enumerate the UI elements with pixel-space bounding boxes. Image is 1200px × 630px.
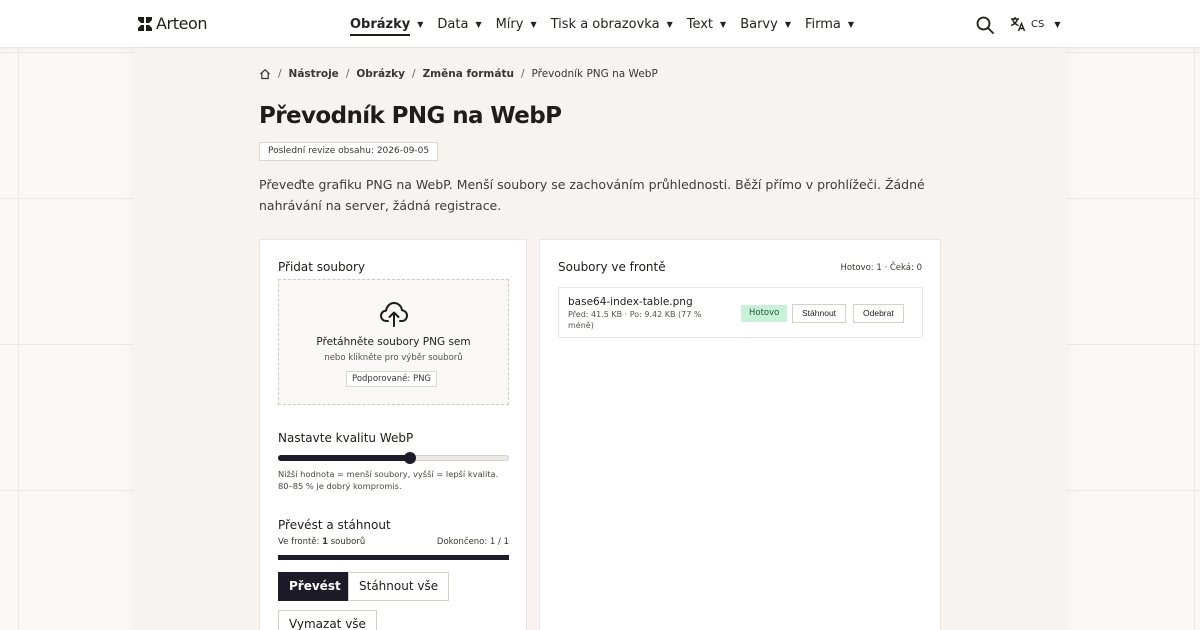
search-icon[interactable]: [975, 15, 995, 35]
quality-section-title: Nastavte kvalitu WebP: [278, 431, 414, 445]
breadcrumb-images[interactable]: Obrázky: [356, 68, 405, 80]
progress-bar: [278, 555, 509, 560]
brand-name: Arteon: [156, 14, 208, 33]
queue-unit: souborů: [328, 537, 366, 547]
nav-item-measures[interactable]: Míry ▼: [496, 17, 537, 32]
upload-section-title: Přidat soubory: [278, 260, 365, 274]
nav-item-text[interactable]: Text ▼: [687, 17, 726, 32]
download-all-button[interactable]: Stáhnout vše: [348, 572, 450, 601]
page-intro: Převeďte grafiku PNG na WebP. Menší soub…: [259, 177, 925, 213]
nav-item-colors[interactable]: Barvy ▼: [740, 17, 791, 32]
queue-count-text: Ve frontě: 1 souborů: [278, 537, 365, 547]
status-badge: Hotovo: [741, 305, 788, 322]
breadcrumb-separator: /: [520, 68, 525, 80]
home-icon[interactable]: [259, 68, 271, 80]
slider-thumb[interactable]: [404, 452, 416, 464]
slider-fill: [278, 455, 410, 461]
completed-count: Dokončeno: 1 / 1: [436, 537, 509, 547]
nav-item-label: Data: [437, 16, 469, 32]
file-dropzone[interactable]: Přetáhněte soubory PNG sem nebo klikněte…: [278, 279, 509, 405]
file-size-meta: Před: 41.5 KB · Po: 9.42 KB (77 % méně): [568, 310, 702, 330]
top-navigation-bar: Arteon Obrázky ▼ Data ▼ Míry ▼ Tisk a ob…: [0, 0, 1200, 48]
translate-icon: [1010, 17, 1026, 32]
nav-item-print-screen[interactable]: Tisk a obrazovka ▼: [551, 17, 673, 32]
chevron-down-icon: ▼: [720, 19, 727, 29]
queue-label: Ve frontě:: [278, 537, 323, 547]
nav-item-label: Obrázky: [350, 17, 411, 36]
remove-file-button[interactable]: Odebrat: [853, 304, 904, 323]
dropzone-subtitle: nebo klikněte pro výběr souborů: [324, 353, 463, 363]
nav-item-data[interactable]: Data ▼: [437, 17, 481, 32]
chevron-down-icon: ▼: [475, 19, 482, 29]
chevron-down-icon: ▼: [847, 19, 855, 29]
breadcrumb: / Nástroje / Obrázky / Změna formátu / P…: [259, 68, 658, 80]
language-code: CS: [1031, 18, 1045, 30]
chevron-down-icon: ▼: [1054, 19, 1061, 29]
nav-item-label: Barvy: [740, 16, 778, 32]
language-selector[interactable]: CS ▼: [1009, 15, 1061, 33]
breadcrumb-separator: /: [412, 68, 416, 80]
nav-item-label: Tisk a obrazovka: [550, 16, 660, 32]
page-title: Převodník PNG na WebP: [259, 103, 562, 129]
queue-card: Soubory ve frontě Hotovo: 1 · Čeká: 0 ba…: [539, 239, 941, 630]
breadcrumb-current: Převodník PNG na WebP: [531, 68, 658, 80]
queue-stats: Hotovo: 1 · Čeká: 0: [840, 263, 922, 273]
quality-hint: Nižší hodnota = menší soubory, vyšší = l…: [278, 469, 499, 491]
queue-section-title: Soubory ve frontě: [558, 260, 666, 274]
converter-card: Přidat soubory Přetáhněte soubory PNG se…: [259, 239, 527, 630]
nav-item-label: Firma: [804, 16, 841, 32]
progress-meta: Ve frontě: 1 souborů Dokončeno: 1 / 1: [278, 537, 509, 547]
chevron-down-icon: ▼: [530, 19, 537, 29]
nav-item-label: Míry: [495, 16, 524, 32]
nav-item-label: Text: [686, 16, 714, 32]
convert-button[interactable]: Převést: [278, 572, 352, 601]
supported-formats-badge: Podporované: PNG: [346, 371, 438, 387]
quality-slider[interactable]: [278, 452, 509, 464]
breadcrumb-separator: /: [278, 68, 282, 80]
breadcrumb-format-change[interactable]: Změna formátu: [423, 68, 514, 80]
revision-badge: Poslední revize obsahu: 2026-09-05: [259, 142, 439, 161]
file-name: base64-index-table.png: [568, 296, 693, 308]
file-row: base64-index-table.png Před: 41.5 KB · P…: [558, 287, 923, 338]
clear-all-button[interactable]: Vymazat vše: [278, 610, 377, 630]
progress-fill: [278, 555, 509, 560]
chevron-down-icon: ▼: [784, 19, 791, 29]
download-file-button[interactable]: Stáhnout: [792, 304, 847, 323]
dropzone-title: Přetáhněte soubory PNG sem: [316, 336, 471, 348]
breadcrumb-tools[interactable]: Nástroje: [289, 68, 339, 80]
nav-item-company[interactable]: Firma ▼: [805, 17, 854, 32]
cloud-upload-icon: [380, 302, 408, 327]
chevron-down-icon: ▼: [666, 19, 673, 29]
main-nav: Obrázky ▼ Data ▼ Míry ▼ Tisk a obrazovka…: [350, 0, 868, 48]
chevron-down-icon: ▼: [417, 19, 424, 29]
breadcrumb-separator: /: [345, 68, 350, 80]
convert-section-title: Převést a stáhnout: [278, 518, 391, 532]
brand-logo[interactable]: Arteon: [137, 14, 208, 33]
logo-mark-icon: [138, 16, 152, 31]
nav-item-images[interactable]: Obrázky ▼: [350, 13, 423, 36]
